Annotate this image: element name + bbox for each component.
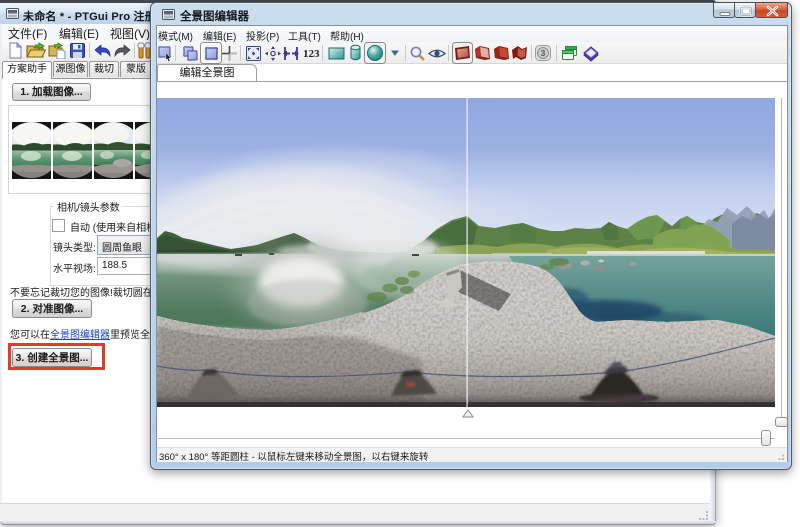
svg-text:3: 3 [541, 48, 546, 58]
svg-text:123: 123 [303, 48, 320, 60]
